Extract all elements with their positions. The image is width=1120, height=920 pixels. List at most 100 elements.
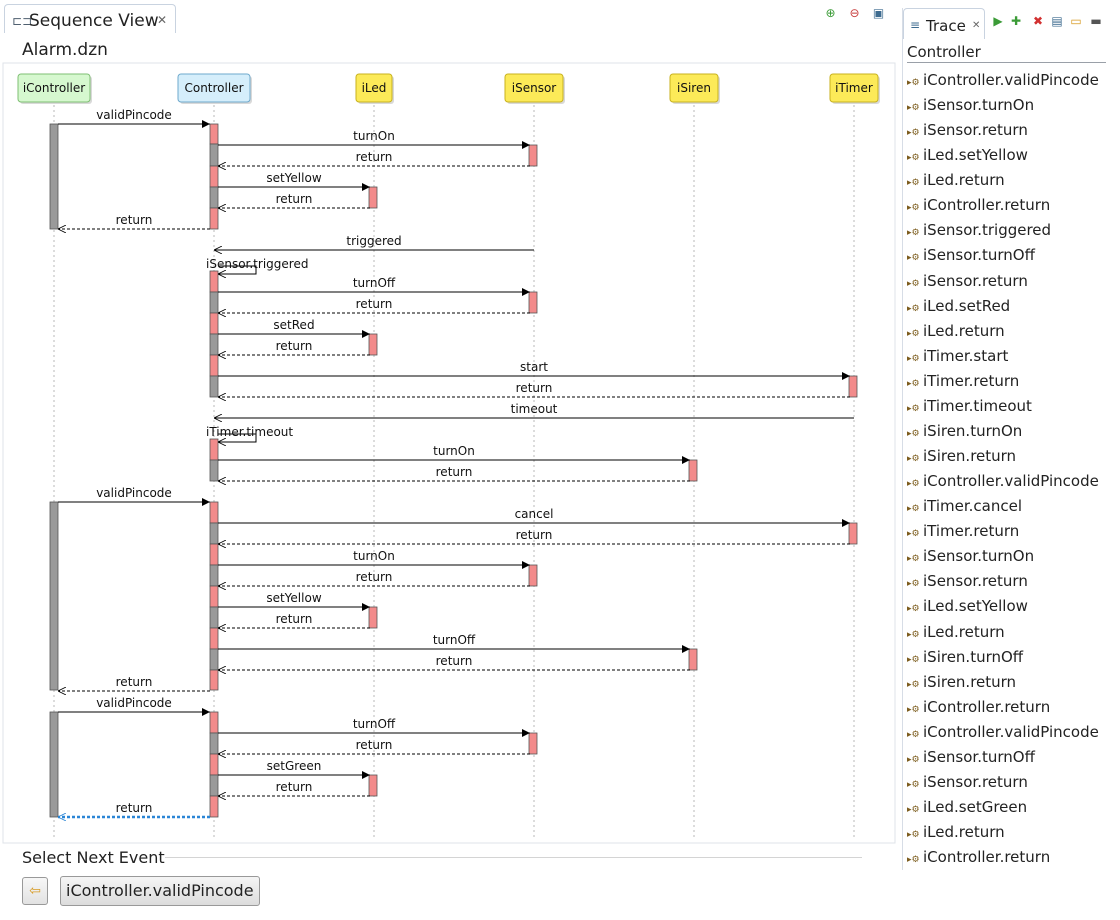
message-label: return bbox=[116, 801, 153, 815]
trace-item-label: iLed.setGreen bbox=[923, 798, 1028, 817]
activation-bar bbox=[209, 732, 219, 755]
trace-tab-label: Trace bbox=[926, 17, 966, 35]
back-arrow-button[interactable]: ⇦ bbox=[22, 877, 48, 905]
trace-item-label: iController.return bbox=[923, 848, 1051, 867]
event-icon: ▸⚙ bbox=[907, 378, 920, 389]
event-icon: ▸⚙ bbox=[907, 103, 920, 114]
trace-item[interactable]: ▸⚙ iTimer.return bbox=[907, 522, 1019, 546]
event-icon: ▸⚙ bbox=[907, 253, 920, 264]
trace-item[interactable]: ▸⚙ iController.return bbox=[907, 848, 1050, 872]
run-icon[interactable]: ▶ bbox=[991, 14, 1005, 28]
trace-item[interactable]: ▸⚙ iController.return bbox=[907, 196, 1050, 220]
trace-item[interactable]: ▸⚙ iController.validPincode bbox=[907, 71, 1099, 95]
minimize-icon[interactable]: ▬ bbox=[1089, 14, 1103, 28]
message-label: return bbox=[356, 150, 393, 164]
trace-item[interactable]: ▸⚙ iLed.return bbox=[907, 322, 1005, 346]
sequence-diagram: iController Controller iLed iSensor iSiren iT… bbox=[2, 62, 896, 844]
activation-bar bbox=[209, 648, 219, 671]
activation-bar bbox=[209, 711, 219, 734]
activation-bar bbox=[209, 143, 219, 167]
trace-item-label: iSensor.return bbox=[923, 572, 1028, 591]
message-label: start bbox=[520, 360, 548, 374]
trace-item-label: iTimer.timeout bbox=[923, 396, 1032, 415]
trace-item-label: iSiren.turnOn bbox=[923, 421, 1023, 440]
activation-bar bbox=[528, 144, 538, 167]
message-label: return bbox=[356, 570, 393, 584]
message-label: return bbox=[276, 612, 313, 626]
message-label: return bbox=[516, 381, 553, 395]
delete-icon[interactable]: ✖ bbox=[1031, 14, 1045, 28]
activation-bar bbox=[848, 375, 858, 398]
event-icon: ▸⚙ bbox=[907, 604, 920, 615]
message-label: turnOn bbox=[433, 444, 475, 458]
message-label: cancel bbox=[515, 507, 554, 521]
trace-item-label: iLed.return bbox=[923, 171, 1005, 190]
trace-item[interactable]: ▸⚙ iSensor.triggered bbox=[907, 221, 1051, 245]
trace-item[interactable]: ▸⚙ iTimer.cancel bbox=[907, 497, 1022, 521]
trace-item[interactable]: ▸⚙ iLed.setGreen bbox=[907, 798, 1027, 822]
trace-item[interactable]: ▸⚙ iTimer.return bbox=[907, 372, 1019, 396]
trace-item[interactable]: ▸⚙ iTimer.start bbox=[907, 347, 1008, 371]
trace-item-label: iSensor.return bbox=[923, 121, 1028, 140]
message-label: setYellow bbox=[266, 171, 321, 185]
lifeline-label: iSiren bbox=[677, 81, 711, 95]
message-label: turnOff bbox=[353, 276, 396, 290]
save-icon[interactable]: ▤ bbox=[1050, 14, 1064, 28]
trace-item[interactable]: ▸⚙ iSensor.turnOn bbox=[907, 547, 1034, 571]
trace-item[interactable]: ▸⚙ iSiren.turnOff bbox=[907, 648, 1023, 672]
message-label: timeout bbox=[511, 402, 558, 416]
activation-bar bbox=[209, 543, 219, 566]
trace-item[interactable]: ▸⚙ iSensor.return bbox=[907, 272, 1028, 296]
activation-bar bbox=[209, 522, 219, 545]
activation-bar bbox=[209, 123, 219, 145]
lifeline-label: iTimer bbox=[835, 81, 873, 95]
activation-bar bbox=[688, 648, 698, 671]
activation-bar bbox=[209, 564, 219, 587]
trace-item[interactable]: ▸⚙ iSiren.return bbox=[907, 673, 1016, 697]
trace-item[interactable]: ▸⚙ iLed.setYellow bbox=[907, 597, 1028, 621]
message-label: setRed bbox=[273, 318, 314, 332]
next-event-button[interactable]: iController.validPincode bbox=[60, 876, 260, 906]
event-icon: ▸⚙ bbox=[907, 729, 920, 740]
event-icon: ▸⚙ bbox=[907, 855, 920, 866]
trace-item[interactable]: ▸⚙ iSensor.turnOff bbox=[907, 246, 1035, 270]
trace-item[interactable]: ▸⚙ iController.return bbox=[907, 698, 1050, 722]
message-label: validPincode bbox=[96, 696, 172, 710]
activation-bar bbox=[209, 585, 219, 608]
event-icon: ▸⚙ bbox=[907, 328, 920, 339]
trace-item[interactable]: ▸⚙ iSiren.return bbox=[907, 447, 1016, 471]
activation-bar bbox=[209, 774, 219, 797]
trace-item[interactable]: ▸⚙ iLed.return bbox=[907, 623, 1005, 647]
sequence-view-panel: ⊏⊐ Sequence View ✕ ⊕ ⊖ ▣ Alarm.dzn iCont… bbox=[0, 0, 898, 920]
trace-item[interactable]: ▸⚙ iSiren.turnOn bbox=[907, 422, 1022, 446]
trace-item[interactable]: ▸⚙ iSensor.return bbox=[907, 121, 1028, 145]
trace-item-label: iTimer.start bbox=[923, 346, 1009, 365]
trace-item[interactable]: ▸⚙ iController.validPincode bbox=[907, 723, 1099, 747]
event-icon: ▸⚙ bbox=[907, 428, 920, 439]
activation-bar bbox=[368, 606, 378, 629]
trace-item-label: iController.validPincode bbox=[923, 722, 1099, 741]
trace-item[interactable]: ▸⚙ iLed.return bbox=[907, 823, 1005, 847]
activation-bar bbox=[209, 354, 219, 377]
event-icon: ▸⚙ bbox=[907, 754, 920, 765]
message-label: return bbox=[516, 528, 553, 542]
trace-item[interactable]: ▸⚙ iLed.setYellow bbox=[907, 146, 1028, 170]
trace-item[interactable]: ▸⚙ iSensor.return bbox=[907, 572, 1028, 596]
trace-item[interactable]: ▸⚙ iLed.setRed bbox=[907, 297, 1010, 321]
activation-bar bbox=[209, 312, 219, 335]
trace-tab[interactable]: ≡ Trace ✕ bbox=[903, 8, 985, 39]
trace-item-label: iController.validPincode bbox=[923, 472, 1099, 491]
event-icon: ▸⚙ bbox=[907, 203, 920, 214]
trace-item-label: iSensor.turnOn bbox=[923, 547, 1035, 566]
trace-item[interactable]: ▸⚙ iSensor.turnOn bbox=[907, 96, 1034, 120]
trace-separator bbox=[907, 62, 1106, 63]
trace-item[interactable]: ▸⚙ iController.validPincode bbox=[907, 472, 1099, 496]
trace-item[interactable]: ▸⚙ iSensor.turnOff bbox=[907, 748, 1035, 772]
close-icon[interactable]: ✕ bbox=[972, 20, 980, 31]
add-icon[interactable]: ✚ bbox=[1009, 14, 1023, 28]
trace-item[interactable]: ▸⚙ iSensor.return bbox=[907, 773, 1028, 797]
open-folder-icon[interactable]: ▭ bbox=[1069, 14, 1083, 28]
trace-item[interactable]: ▸⚙ iTimer.timeout bbox=[907, 397, 1032, 421]
trace-item[interactable]: ▸⚙ iLed.return bbox=[907, 171, 1005, 195]
trace-item-label: iLed.return bbox=[923, 823, 1005, 842]
